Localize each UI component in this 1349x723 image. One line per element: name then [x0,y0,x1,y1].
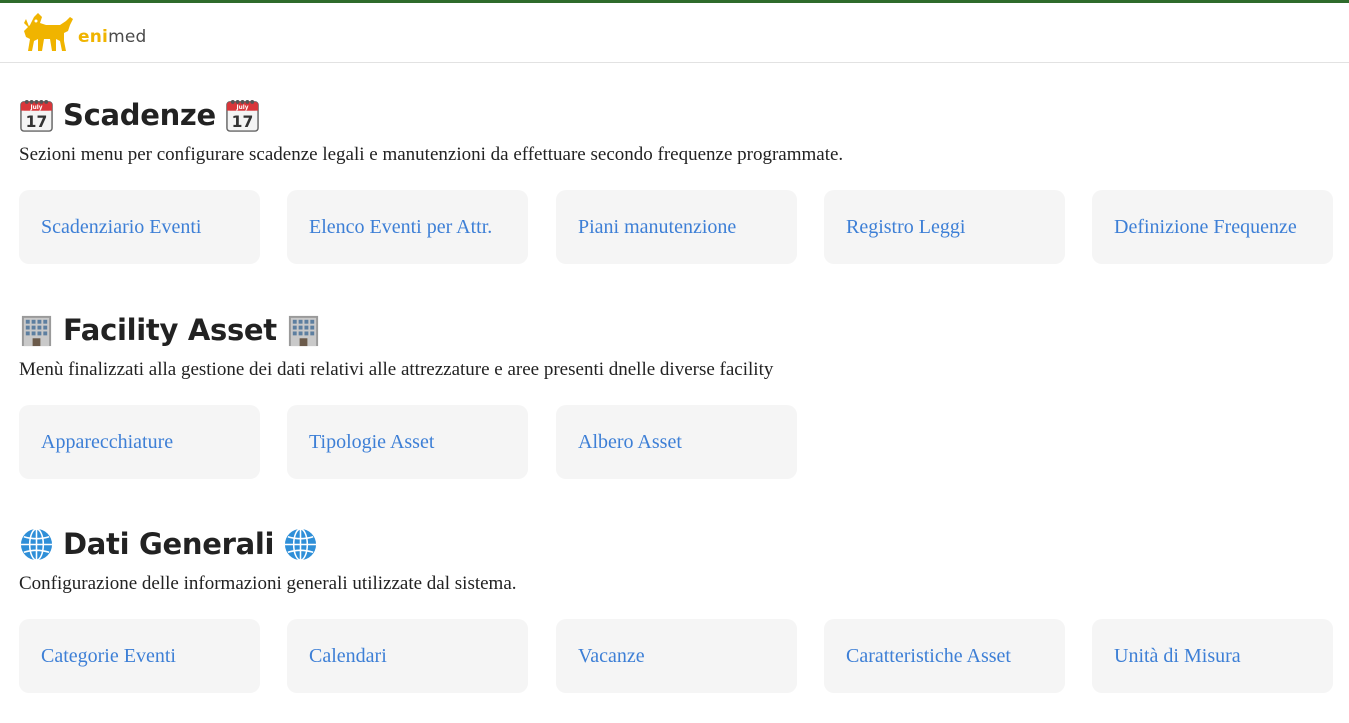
enimed-logo[interactable]: enimed [20,9,146,57]
card-unita-di-misura[interactable]: Unità di Misura [1092,619,1333,693]
brand-name: enimed [78,27,146,47]
section-cards: Apparecchiature Tipologie Asset Albero A… [19,405,1333,479]
card-calendari[interactable]: Calendari [287,619,528,693]
office-building-icon [19,313,54,348]
section-title: Scadenze [19,96,1333,134]
section-description: Configurazione delle informazioni genera… [19,573,517,594]
card-albero-asset[interactable]: Albero Asset [556,405,797,479]
brand-med: med [108,26,147,47]
card-registro-leggi[interactable]: Registro Leggi [824,190,1065,264]
globe-icon [283,527,318,562]
card-caratteristiche-asset[interactable]: Caratteristiche Asset [824,619,1065,693]
section-title-text: Dati Generali [63,527,275,561]
section-title: Dati Generali [19,525,1333,563]
section-description: Menù finalizzati alla gestione dei dati … [19,359,774,380]
section-cards: Categorie Eventi Calendari Vacanze Carat… [19,619,1333,693]
section-cards: Scadenziario Eventi Elenco Eventi per At… [19,190,1333,264]
section-title-text: Scadenze [63,98,216,132]
section-title-text: Facility Asset [63,313,277,347]
card-elenco-eventi-per-attr[interactable]: Elenco Eventi per Attr. [287,190,528,264]
card-apparecchiature[interactable]: Apparecchiature [19,405,260,479]
card-scadenziario-eventi[interactable]: Scadenziario Eventi [19,190,260,264]
card-piani-manutenzione[interactable]: Piani manutenzione [556,190,797,264]
card-categorie-eventi[interactable]: Categorie Eventi [19,619,260,693]
card-tipologie-asset[interactable]: Tipologie Asset [287,405,528,479]
section-title: Facility Asset [19,311,1333,349]
section-scadenze: Scadenze Sezioni menu per configurare sc… [19,96,1333,264]
card-vacanze[interactable]: Vacanze [556,619,797,693]
office-building-icon [286,313,321,348]
brand-eni: eni [78,26,109,47]
six-legged-dog-logo-icon [24,12,73,51]
globe-icon [19,527,54,562]
section-description: Sezioni menu per configurare scadenze le… [19,144,844,165]
section-facility-asset: Facility Asset Menù finalizzati alla ges… [19,311,1333,479]
card-definizione-frequenze[interactable]: Definizione Frequenze [1092,190,1333,264]
calendar-icon [225,98,260,133]
section-dati-generali: Dati Generali Configurazione delle infor… [19,525,1333,693]
app-header: enimed [0,3,1349,63]
calendar-icon [19,98,54,133]
